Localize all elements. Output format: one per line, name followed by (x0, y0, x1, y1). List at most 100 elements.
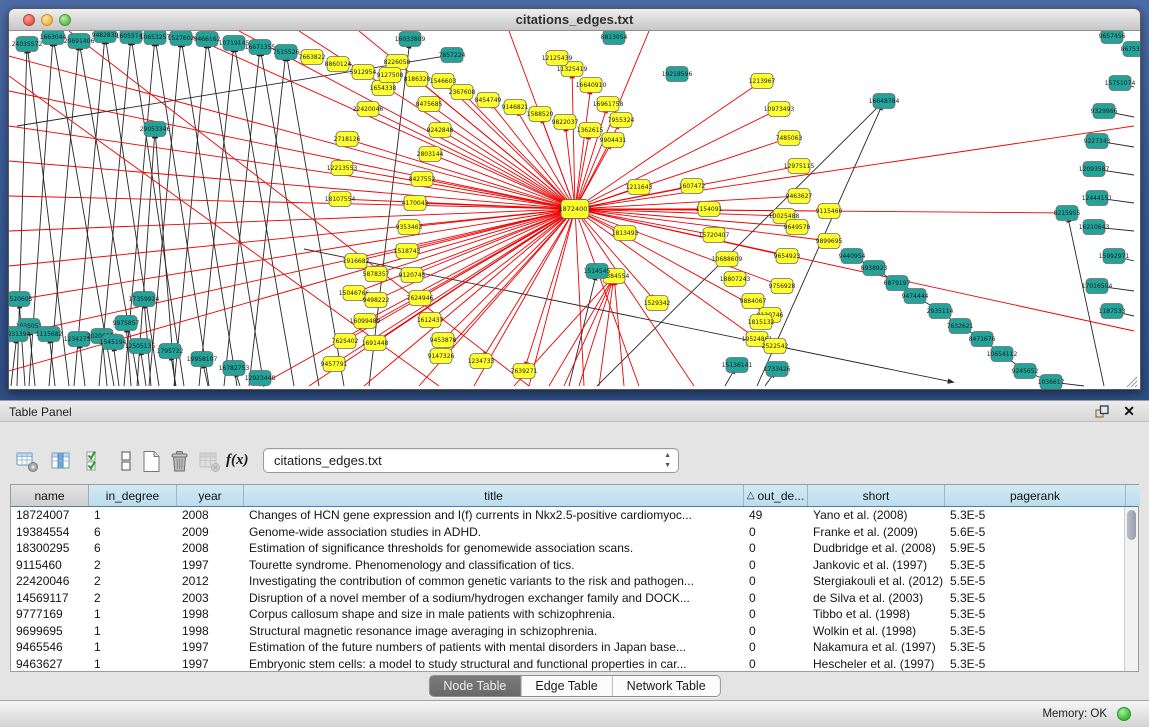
table-panel-header: Table Panel ✕ (0, 400, 1149, 422)
graph-node-label: 9127508 (377, 72, 404, 79)
column-header-name[interactable]: name (11, 485, 89, 506)
column-header-title[interactable]: title (244, 485, 744, 506)
graph-node-label: 8186328 (404, 76, 431, 83)
graph-node-label: 1607472 (679, 183, 706, 190)
graph-edge[interactable] (249, 61, 285, 386)
table-row[interactable]: 1456911722003Disruption of a novel membe… (11, 590, 1138, 607)
tab-edge-table[interactable]: Edge Table (521, 676, 612, 696)
column-header-short[interactable]: short (808, 485, 945, 506)
graph-node-label: 1514545 (584, 268, 611, 275)
table-cell: 6 (89, 540, 177, 557)
show-columns-icon[interactable] (50, 450, 74, 474)
graph-edge[interactable] (236, 52, 294, 386)
table-row[interactable]: 1872400712008Changes of HCN gene express… (11, 507, 1138, 524)
window-titlebar[interactable]: citations_edges.txt (9, 9, 1140, 31)
graph-node-label: 1527602 (168, 35, 195, 42)
graph-edge[interactable] (9, 56, 575, 209)
graph-node-label: 12213553 (327, 165, 358, 172)
graph-edge[interactable] (575, 209, 788, 226)
graph-edge[interactable] (564, 284, 610, 386)
resize-grip-icon[interactable] (1124, 374, 1138, 388)
table-selector-value: citations_edges.txt (274, 453, 382, 468)
citation-network-graph[interactable]: 2403557216630442069140694828391605574110… (9, 31, 1140, 390)
table-selector-dropdown[interactable]: citations_edges.txt ▲▼ (263, 448, 679, 473)
float-panel-icon[interactable] (1095, 405, 1109, 419)
column-header-in_degree[interactable]: in_degree (89, 485, 177, 506)
graph-edge[interactable] (579, 285, 611, 386)
graph-node-label: 9242848 (427, 127, 454, 134)
table-cell: Tourette syndrome. Phenomenology and cla… (244, 557, 744, 574)
table-cell: 0 (744, 656, 808, 673)
table-cell: 0 (744, 623, 808, 640)
graph-edge[interactable] (9, 91, 575, 209)
graph-edge[interactable] (575, 209, 1134, 331)
tab-node-table[interactable]: Node Table (429, 676, 521, 696)
network-view-window: citations_edges.txt 24035572166304420691… (8, 8, 1141, 390)
table-row[interactable]: 977716911998Corpus callosum shape and si… (11, 606, 1138, 623)
tab-network-table[interactable]: Network Table (613, 676, 720, 696)
table-cell: 5.3E-5 (945, 639, 1126, 656)
table-row[interactable]: 969969511998Structural magnetic resonanc… (11, 623, 1138, 640)
graph-edge[interactable] (569, 280, 595, 386)
trash-icon[interactable] (168, 450, 192, 474)
graph-edge[interactable] (449, 209, 575, 334)
table-cell: Tibbo et al. (1998) (808, 606, 945, 623)
graph-edge[interactable] (224, 56, 259, 386)
graph-edge[interactable] (208, 48, 264, 386)
network-canvas[interactable]: 2403557216630442069140694828391605574110… (9, 31, 1140, 390)
graph-edge[interactable] (304, 249, 948, 381)
graph-edge[interactable] (124, 46, 154, 386)
table-row[interactable]: 1938455462009Genome-wide association stu… (11, 524, 1138, 541)
table-row[interactable]: 1830029562008Estimation of significance … (11, 540, 1138, 557)
row-height-icon[interactable] (114, 450, 138, 474)
graph-edge[interactable] (765, 376, 772, 386)
graph-edge[interactable] (141, 355, 146, 386)
graph-edge[interactable] (114, 351, 119, 386)
graph-edge[interactable] (199, 52, 233, 386)
table-cell: 1997 (177, 639, 244, 656)
graph-node-label: 16210643 (1079, 224, 1110, 231)
graph-node-label: 1529342 (644, 300, 671, 307)
table-row[interactable]: 946362711997Embryonic stem cells: a mode… (11, 656, 1138, 673)
graph-node-label: 16648784 (869, 98, 900, 105)
column-header-year[interactable]: year (177, 485, 244, 506)
table-row[interactable]: 946554611997Estimation of the future num… (11, 639, 1138, 656)
table-body: 1872400712008Changes of HCN gene express… (11, 507, 1138, 672)
select-columns-icon[interactable] (84, 450, 108, 474)
graph-node-label: 8938923 (861, 265, 888, 272)
graph-edge[interactable] (11, 343, 16, 386)
graph-node-label: 1815132 (748, 319, 775, 326)
graph-edge[interactable] (615, 285, 624, 386)
header-filler (1126, 485, 1140, 506)
table-type-tabs: Node TableEdge TableNetwork Table (428, 675, 720, 697)
graph-edge[interactable] (103, 345, 107, 386)
graph-edge[interactable] (237, 377, 240, 386)
new-table-icon[interactable] (140, 450, 164, 474)
graph-edge[interactable] (725, 373, 733, 386)
table-cell: Estimation of significance thresholds fo… (244, 540, 744, 557)
column-header-out_de[interactable]: △out_de... (744, 485, 808, 506)
table-row[interactable]: 2242004622012Investigating the contribut… (11, 573, 1138, 590)
graph-node-label: 9453878 (430, 337, 457, 344)
graph-edge[interactable] (179, 31, 575, 209)
column-header-pagerank[interactable]: pagerank (945, 485, 1126, 506)
cytoscape-app: citations_edges.txt 24035572166304420691… (0, 0, 1149, 727)
table-cell: Jankovic et al. (1997) (808, 557, 945, 574)
close-panel-icon[interactable]: ✕ (1123, 403, 1135, 420)
graph-edge[interactable] (9, 196, 575, 209)
dropdown-arrows-icon: ▲▼ (664, 451, 671, 471)
graph-node-label: 4170043 (402, 200, 429, 207)
vertical-scrollbar[interactable] (1124, 507, 1138, 671)
graph-node-label: 5878357 (363, 271, 390, 278)
graph-node-label: 9457791 (321, 361, 348, 368)
table-mode-icon[interactable] (16, 450, 40, 474)
table-cell: 0 (744, 573, 808, 590)
table-row[interactable]: 911546021997Tourette syndrome. Phenomeno… (11, 557, 1138, 574)
function-builder-icon[interactable]: f(x) (226, 452, 250, 476)
scrollbar-thumb[interactable] (1127, 510, 1136, 540)
graph-node-label: 8454749 (475, 97, 502, 104)
graph-node-label: 1916682 (343, 258, 370, 265)
table-panel-title: Table Panel (9, 405, 72, 419)
graph-edge[interactable] (80, 348, 85, 386)
graph-edge[interactable] (1069, 222, 1104, 386)
